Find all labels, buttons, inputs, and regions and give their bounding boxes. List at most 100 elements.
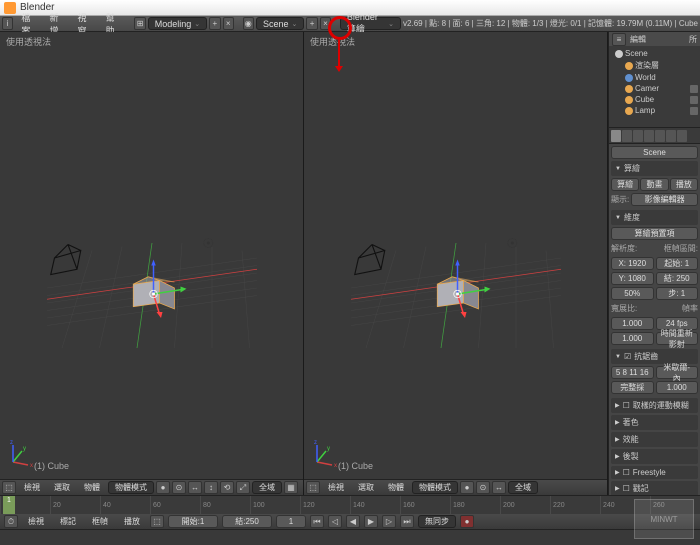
panel-stamp[interactable]: ☐戳記 (611, 481, 698, 495)
vp-manipulator-icon-r[interactable]: ↔ (492, 481, 506, 494)
vp-layers-icon[interactable]: ▦ (284, 481, 298, 494)
scene-dropdown[interactable]: Scene⌄ (256, 17, 304, 30)
jump-end-icon[interactable]: ⏭ (400, 515, 414, 528)
panel-dimensions[interactable]: 維度 (611, 210, 698, 225)
tab-constraints[interactable] (666, 130, 676, 142)
timeline-editor-icon[interactable]: ⏱ (4, 515, 18, 528)
editor-type-icon-r[interactable]: ⬚ (306, 481, 320, 494)
panel-render[interactable]: 算繪 (611, 161, 698, 176)
vp-shading-icon[interactable]: ● (156, 481, 170, 494)
outliner-tab-edit[interactable]: 編輯 (630, 34, 646, 45)
vp-menu-object[interactable]: 物體 (78, 481, 106, 494)
tab-scene[interactable] (633, 130, 643, 142)
vp-pivot-icon[interactable]: ⊙ (172, 481, 186, 494)
frame-end[interactable]: 結: 250 (656, 272, 699, 285)
panel-motion-blur[interactable]: ☐取樣的運動模糊 (611, 398, 698, 413)
info-editor-icon[interactable]: i (2, 17, 13, 30)
frame-start[interactable]: 起始: 1 (656, 257, 699, 270)
scene-add-icon[interactable]: + (306, 17, 317, 30)
play-forward-icon[interactable]: ▶ (364, 515, 378, 528)
vp-shading-icon-r[interactable]: ● (460, 481, 474, 494)
tree-renderlayers[interactable]: 渲染層 (611, 59, 698, 72)
tree-camera[interactable]: Camer (611, 83, 698, 94)
frame-step[interactable]: 步: 1 (656, 287, 699, 300)
screen-layout-icon[interactable]: ⊞ (134, 17, 145, 30)
scene-icon[interactable]: ◉ (243, 17, 254, 30)
viewport-right[interactable]: 使用透視法 (304, 32, 608, 495)
aa-filter[interactable]: 米歇爾-內 (656, 366, 699, 379)
panel-freestyle[interactable]: ☐Freestyle (611, 466, 698, 479)
keyframe-prev-icon[interactable]: ◁ (328, 515, 342, 528)
outliner-editor-icon[interactable]: ≡ (612, 33, 626, 46)
jump-start-icon[interactable]: ⏮ (310, 515, 324, 528)
sync-dropdown[interactable]: 無同步 (418, 515, 456, 528)
render-button[interactable]: 算繪 (611, 178, 639, 191)
visibility-icon[interactable] (690, 96, 698, 104)
tl-menu-play[interactable]: 播放 (118, 515, 146, 528)
editor-type-icon[interactable]: ⬚ (2, 481, 16, 494)
display-dropdown[interactable]: 影像編輯器 (631, 193, 698, 206)
time-remap[interactable]: 時間重新影射 (656, 332, 699, 345)
tab-world[interactable] (644, 130, 654, 142)
tab-object[interactable] (655, 130, 665, 142)
autokey-icon[interactable]: ● (460, 515, 474, 528)
panel-performance[interactable]: 效能 (611, 432, 698, 447)
tl-menu-marker[interactable]: 標記 (54, 515, 82, 528)
tl-range-icon[interactable]: ⬚ (150, 515, 164, 528)
layout-remove-icon[interactable]: × (223, 17, 234, 30)
top-menubar: i 檔案 新增 視窗 幫助 ⊞ Modeling⌄ + × ◉ Scene⌄ +… (0, 16, 700, 32)
vp-menu-view[interactable]: 檢視 (18, 481, 46, 494)
viewport-left[interactable]: 使用透視法 (0, 32, 304, 495)
timeline-playhead[interactable]: 1 (3, 496, 15, 514)
tl-menu-frame[interactable]: 框幀 (86, 515, 114, 528)
frame-current-field[interactable]: 1 (276, 515, 306, 528)
aa-full[interactable]: 完整採 (611, 381, 654, 394)
tree-cube[interactable]: Cube (611, 94, 698, 105)
orientation-dropdown[interactable]: 全域 (252, 481, 282, 494)
vp-menu-object-r[interactable]: 物體 (382, 481, 410, 494)
vp-menu-select-r[interactable]: 選取 (352, 481, 380, 494)
tl-menu-view[interactable]: 檢視 (22, 515, 50, 528)
res-pct[interactable]: 50% (611, 287, 654, 300)
vp-manip-s-icon[interactable]: ⤢ (236, 481, 250, 494)
aa-size[interactable]: 1.000 (656, 381, 699, 394)
aspect-x[interactable]: 1.000 (611, 317, 654, 330)
res-y[interactable]: Y: 1080 (611, 272, 654, 285)
aa-samples[interactable]: 5 8 11 16 (611, 366, 654, 379)
vp-menu-view-r[interactable]: 檢視 (322, 481, 350, 494)
animation-button[interactable]: 動畫 (640, 178, 668, 191)
play-reverse-icon[interactable]: ◀ (346, 515, 360, 528)
vp-manip-r-icon[interactable]: ⟲ (220, 481, 234, 494)
vp-menu-select[interactable]: 選取 (48, 481, 76, 494)
tab-render-layers[interactable] (622, 130, 632, 142)
visibility-icon[interactable] (690, 85, 698, 93)
layout-add-icon[interactable]: + (209, 17, 220, 30)
res-x[interactable]: X: 1920 (611, 257, 654, 270)
scene-remove-icon[interactable]: × (320, 17, 331, 30)
vp-pivot-icon-r[interactable]: ⊙ (476, 481, 490, 494)
aspect-y[interactable]: 1.000 (611, 332, 654, 345)
vp-manip-t-icon[interactable]: ↕ (204, 481, 218, 494)
render-preset[interactable]: 算繪預置項 (611, 227, 698, 240)
vp-manipulator-icon[interactable]: ↔ (188, 481, 202, 494)
visibility-icon[interactable] (690, 107, 698, 115)
keyframe-next-icon[interactable]: ▷ (382, 515, 396, 528)
panel-postproc[interactable]: 後製 (611, 449, 698, 464)
timeline-track[interactable]: 0 20 40 60 80 100 120 140 160 180 200 22… (0, 496, 700, 514)
frame-start-field[interactable]: 開始:1 (168, 515, 218, 528)
tree-world[interactable]: World (611, 72, 698, 83)
tab-render[interactable] (611, 130, 621, 142)
orientation-dropdown-r[interactable]: 全域 (508, 481, 538, 494)
mode-dropdown[interactable]: 物體模式 (108, 481, 154, 494)
tab-modifiers[interactable] (677, 130, 687, 142)
tree-scene[interactable]: Scene (611, 48, 698, 59)
panel-shading[interactable]: 著色 (611, 415, 698, 430)
outliner-tab-all[interactable]: 所 (689, 34, 697, 45)
scene-name-field[interactable]: Scene (611, 146, 698, 159)
layout-dropdown[interactable]: Modeling⌄ (148, 17, 207, 30)
tree-lamp[interactable]: Lamp (611, 105, 698, 116)
mode-dropdown-r[interactable]: 物體模式 (412, 481, 458, 494)
play-button[interactable]: 播放 (670, 178, 698, 191)
render-engine-dropdown[interactable]: Blender 算繪⌄ (340, 17, 401, 30)
frame-end-field[interactable]: 結:250 (222, 515, 272, 528)
